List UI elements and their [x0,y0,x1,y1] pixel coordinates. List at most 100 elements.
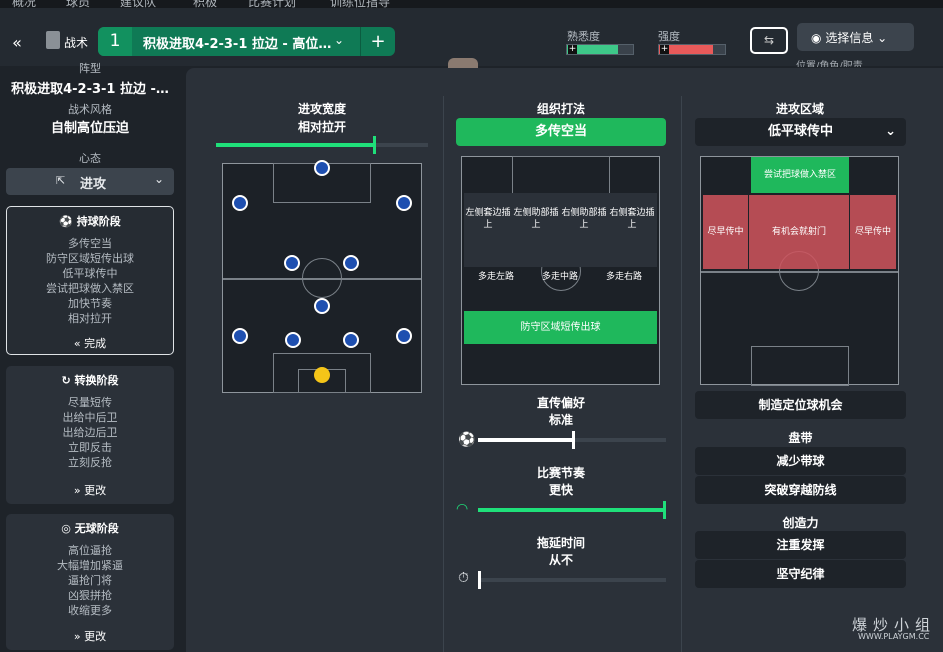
tactic-name: 积极进取4-2-3-1 拉边 - 高位… [143,37,332,52]
no-ball-icon: ◎ [61,522,75,535]
formation-value[interactable]: 积极进取4-2-3-1 拉边 -… [0,78,180,97]
player-right-mid[interactable] [343,255,359,271]
dribble-less-button[interactable]: 减少带球 [695,447,906,475]
watermark-url: WWW.PLAYGM.CC [858,632,930,641]
attack-dropdown[interactable]: 低平球传中 ⌄ [695,118,906,146]
change-button[interactable]: » 更改 [6,482,174,498]
list-item: 高位逼抢 [68,544,112,557]
chevron-down-icon: ⌄ [154,172,165,186]
sidebar: 阵型 积极进取4-2-3-1 拉边 -… 战术风格 自制高位压迫 心态 ⇱ 进攻… [0,62,180,652]
zone-focus-centre[interactable]: 多走中路 [528,271,592,283]
tempo-slider[interactable] [478,501,666,519]
player-centre-back[interactable] [285,332,301,348]
slider-handle[interactable] [663,501,666,519]
chevron-right-icon: » [73,630,85,643]
phase-title: ◎ 无球阶段 [61,522,119,535]
list-item: 相对拉开 [68,312,112,325]
divider [443,96,444,652]
player-left-mid[interactable] [284,255,300,271]
player-left-back[interactable] [232,328,248,344]
player-striker[interactable] [314,160,330,176]
familiarity-bar: + [566,44,634,55]
mentality-value: 进攻 [80,177,107,192]
run-at-defence-button[interactable]: 突破穿越防线 [695,476,906,504]
add-tactic-button[interactable]: + [360,27,395,56]
done-button[interactable]: « 完成 [7,335,173,351]
direct-value: 标准 [548,413,573,427]
ball-icon: ⚽ [458,432,476,448]
tactics-icon [46,31,60,49]
player-right-back[interactable] [396,328,412,344]
nav-tab-players[interactable]: 球员 [66,0,90,8]
zone-short-buildup-label: 防守区域短传出球 [520,322,601,333]
select-info-dropdown[interactable]: ◉ 选择信息 ⌄ [797,23,914,51]
player-right-winger[interactable] [396,195,412,211]
tactic-number: 1 [98,27,132,56]
plus-icon: + [568,44,577,54]
eye-icon: ◉ [811,31,822,45]
tempo-header: 比赛节奏 [536,466,585,480]
style-value[interactable]: 自制高位压迫 [0,117,180,136]
list-item: 收缩更多 [68,604,112,617]
timewaste-slider[interactable] [478,571,666,589]
centre-circle [302,258,342,298]
select-info-label: 选择信息 [825,31,874,45]
discipline-button[interactable]: 坚守纪律 [695,560,906,588]
width-slider[interactable] [216,136,428,154]
nav-tab-training[interactable]: 训练位指导 [330,0,390,8]
phase-transition[interactable]: ↻ 转换阶段 尽量短传 出给中后卫 出给边后卫 立即反击 立刻反抢 » 更改 [6,366,174,504]
phase-out-of-possession[interactable]: ◎ 无球阶段 高位逼抢 大幅增加紧逼 逼抢门将 凶狠拼抢 收缩更多 » 更改 [6,514,174,650]
list-item: 低平球传中 [62,267,118,280]
nav-tab-active[interactable]: 积极 [193,0,217,8]
formation-label: 阵型 [79,62,101,75]
direct-header: 直传偏好 [536,396,585,410]
zone-left-overlap[interactable]: 左侧套边插上 [464,207,512,231]
timewaste-value: 从不 [548,553,573,567]
zone-right-overlap[interactable]: 右侧套边插上 [608,207,656,231]
transition-icon: ↻ [61,374,75,387]
tempo-slider-fill [478,508,666,512]
chevron-right-icon: » [73,484,85,497]
list-item: 多传空当 [68,237,112,250]
top-nav: 概况 球员 建议队 积极 比赛计划 训练位指导 [0,0,943,8]
slider-handle[interactable] [572,431,575,449]
zone-right-underlap[interactable]: 右侧助部插上 [560,207,608,231]
zone-shoot-on-sight-label: 有机会就射门 [771,227,826,237]
chevron-down-icon[interactable]: ⌄ [334,33,344,47]
attack-icon: ⇱ [56,174,66,187]
player-left-winger[interactable] [232,195,248,211]
swap-icon[interactable]: ⇆ [750,27,788,54]
nav-tab-overview[interactable]: 概况 [12,0,36,8]
player-centre-back[interactable] [343,332,359,348]
mentality-label: 心态 [79,152,101,165]
zone-focus-left[interactable]: 多走左路 [464,271,528,283]
creative-freedom-button[interactable]: 注重发挥 [695,531,906,559]
direct-slider[interactable] [478,431,666,449]
width-slider-fill [216,143,373,147]
player-dm[interactable] [314,298,330,314]
build-style-button[interactable]: 多传空当 [456,118,666,146]
slider-handle[interactable] [372,136,376,154]
list-item: 立即反击 [68,441,112,454]
player-goalkeeper[interactable] [314,367,330,383]
tactic-selector[interactable]: 1 积极进取4-2-3-1 拉边 - 高位… ⌄ + [98,27,395,56]
penalty-box-bottom [751,346,849,386]
zone-work-ball-into-box-label: 尝试把球做入禁区 [763,170,836,180]
mentality-dropdown[interactable]: ⇱ 进攻 ⌄ [6,168,174,195]
creative-header: 创造力 [782,516,819,530]
phase-title: ↻ 转换阶段 [61,374,119,387]
nav-tab-squad[interactable]: 建议队 [120,0,156,8]
list-item: 凶狠拼抢 [68,589,112,602]
plus-icon: + [660,44,669,54]
zone-left-underlap[interactable]: 左侧助部插上 [512,207,560,231]
collapse-left-icon[interactable]: « [4,30,30,56]
phase-in-possession[interactable]: ⚽ 持球阶段 多传空当 防守区域短传出球 低平球传中 尝试把球做入禁区 加快节奏… [6,206,174,355]
zone-focus-right[interactable]: 多走右路 [592,271,656,283]
attack-header: 进攻区域 [775,102,824,116]
change-button[interactable]: » 更改 [6,628,174,644]
set-piece-button[interactable]: 制造定位球机会 [695,391,906,419]
slider-handle[interactable] [478,571,481,589]
zone-early-cross-left-label: 尽早传中 [707,227,744,237]
list-item: 加快节奏 [68,297,112,310]
nav-tab-match-plan[interactable]: 比赛计划 [248,0,296,8]
